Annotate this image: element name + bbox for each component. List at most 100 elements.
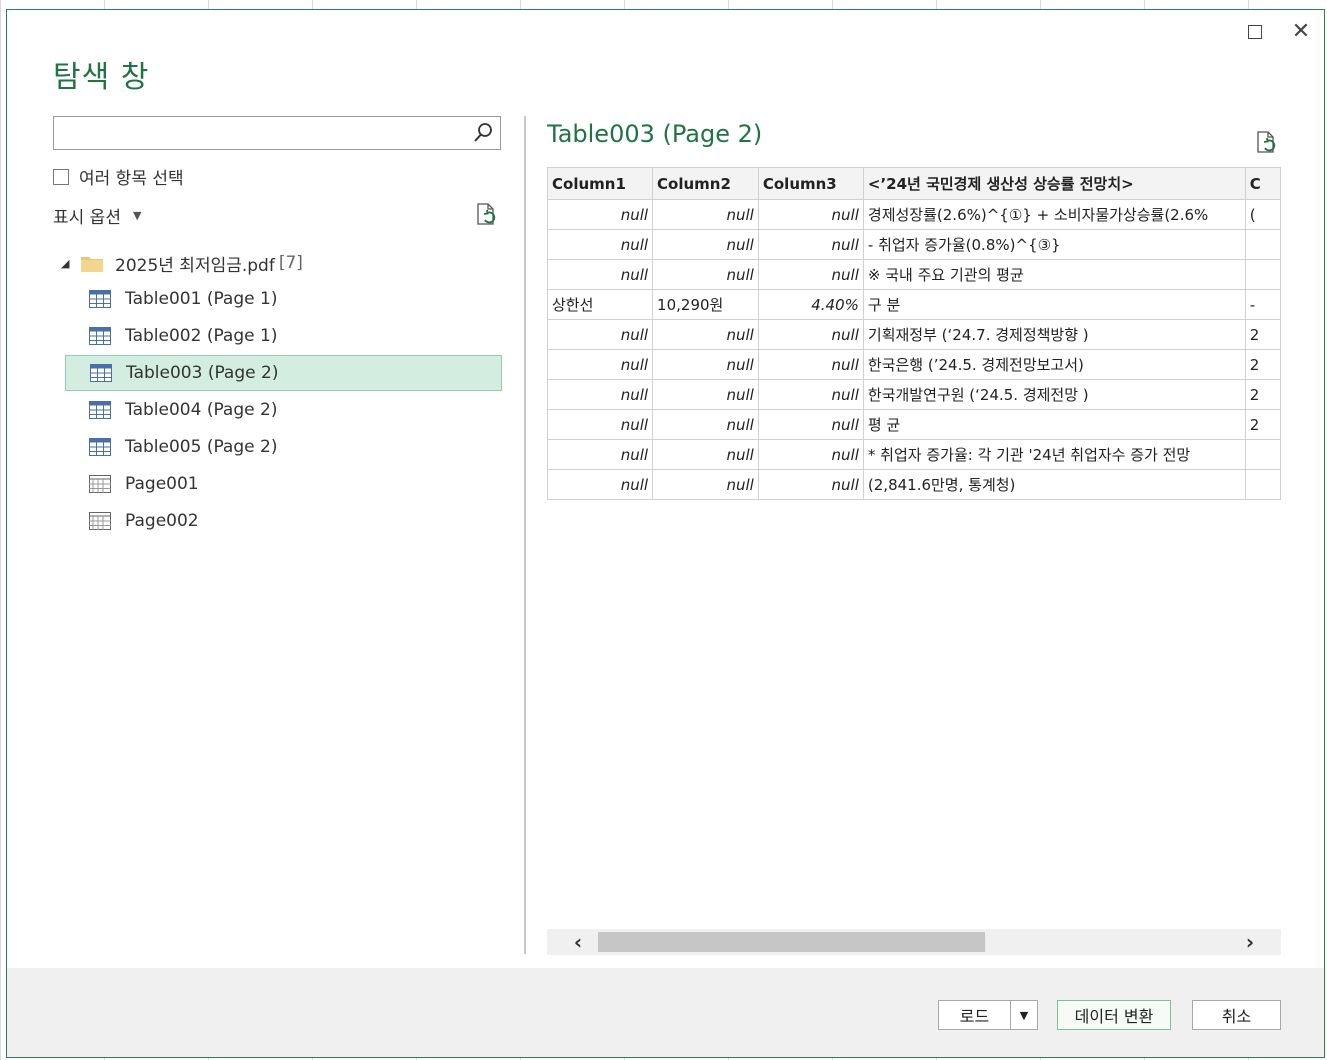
table-cell: null (547, 439, 654, 470)
tree-item-table004[interactable]: Table004 (Page 2) (65, 392, 502, 428)
scroll-right-icon[interactable]: › (1237, 929, 1263, 955)
tree-root-file[interactable]: ◢ 2025년 최저임금.pdf [7] (53, 246, 503, 280)
table-cell: ※ 국내 주요 기관의 평균 (862, 259, 1246, 290)
tree-item-label: Table003 (Page 2) (126, 363, 279, 383)
table-row: null null null 기획재정부 (‘24.7. 경제정책방향 ) 2 (547, 319, 1281, 350)
tree-item-label: Table004 (Page 2) (125, 400, 278, 420)
maximize-icon (1248, 25, 1262, 39)
load-dropdown-button[interactable]: ▼ (1010, 1000, 1038, 1030)
table-row: null null null 한국은행 (’24.5. 경제전망보고서) 2 (547, 349, 1281, 380)
table-cell: 10,290원 (652, 289, 759, 320)
table-header-row: Column1 Column2 Column3 <’24년 국민경제 생산성 상… (547, 167, 1281, 200)
search-input[interactable] (60, 117, 464, 149)
table-icon (90, 364, 112, 382)
table-cell: null (757, 469, 864, 500)
display-options-dropdown[interactable]: 표시 옵션 ▼ (53, 203, 141, 228)
table-cell: null (547, 409, 654, 440)
tree-root-label: 2025년 최저임금.pdf (115, 255, 275, 276)
tree-item-table002[interactable]: Table002 (Page 1) (65, 318, 502, 354)
preview-grid[interactable]: Column1 Column2 Column3 <’24년 국민경제 생산성 상… (547, 167, 1281, 522)
table-cell: null (547, 469, 654, 500)
column-header[interactable]: C (1244, 167, 1281, 200)
table-cell: - (1244, 289, 1281, 320)
multi-select-label: 여러 항목 선택 (79, 169, 184, 189)
table-cell: null (757, 259, 864, 290)
page-icon (89, 512, 111, 530)
table-cell: null (652, 199, 759, 230)
chevron-down-icon: ▼ (1019, 1008, 1029, 1022)
horizontal-scrollbar[interactable]: ‹ › (547, 929, 1281, 955)
column-header[interactable]: Column1 (547, 167, 654, 200)
maximize-button[interactable] (1245, 22, 1265, 42)
load-button[interactable]: 로드 (938, 1000, 1011, 1030)
refresh-icon[interactable] (475, 202, 499, 228)
table-cell: null (547, 259, 654, 290)
tree-item-page001[interactable]: Page001 (65, 466, 502, 502)
table-cell: 상한선 (547, 289, 654, 320)
table-row: null null null 평 균 2 (547, 409, 1281, 440)
tree-item-label: Table005 (Page 2) (125, 437, 278, 457)
table-cell (1244, 229, 1281, 260)
page-icon (89, 475, 111, 493)
search-icon[interactable] (472, 122, 494, 144)
folder-icon (81, 257, 103, 272)
table-row: null null null - 취업자 증가율(0.8%)^{③} (547, 229, 1281, 260)
table-cell: null (652, 379, 759, 410)
table-cell: null (652, 229, 759, 260)
table-cell: 경제성장률(2.6%)^{①} + 소비자물가상승률(2.6% (862, 199, 1246, 230)
close-button[interactable]: ✕ (1291, 19, 1311, 44)
table-cell: - 취업자 증가율(0.8%)^{③} (862, 229, 1246, 260)
multi-select-checkbox[interactable] (53, 168, 69, 185)
table-cell: * 취업자 증가율: 각 기관 '24년 취업자수 증가 전망 (862, 439, 1246, 470)
dialog-footer: 로드 ▼ 데이터 변환 취소 (7, 968, 1324, 1057)
table-cell: null (547, 379, 654, 410)
close-icon: ✕ (1291, 19, 1311, 44)
table-icon (89, 438, 111, 456)
table-icon (89, 290, 111, 308)
table-row: null null null (2,841.6만명, 통계청) (547, 469, 1281, 500)
transform-data-button[interactable]: 데이터 변환 (1057, 1000, 1171, 1030)
table-row: null null null 경제성장률(2.6%)^{①} + 소비자물가상승… (547, 199, 1281, 230)
tree-item-table003[interactable]: Table003 (Page 2) (65, 355, 502, 391)
table-cell: null (547, 229, 654, 260)
tree-item-label: Table001 (Page 1) (125, 289, 278, 309)
navigator-dialog: ✕ 탐색 창 여러 항목 선택 표시 옵션 ▼ ◢ 2025년 최저임금.pdf… (6, 9, 1325, 1058)
column-header[interactable]: Column3 (757, 167, 864, 200)
table-cell: 구 분 (862, 289, 1246, 320)
table-icon (89, 327, 111, 345)
column-header[interactable]: Column2 (652, 167, 759, 200)
cancel-button[interactable]: 취소 (1192, 1000, 1281, 1030)
preview-title: Table003 (Page 2) (547, 120, 763, 148)
table-cell: null (757, 319, 864, 350)
table-cell: null (547, 199, 654, 230)
table-cell: 2 (1244, 319, 1281, 350)
table-cell: null (757, 349, 864, 380)
table-cell: null (757, 229, 864, 260)
tree-item-table001[interactable]: Table001 (Page 1) (65, 281, 502, 317)
panel-splitter[interactable] (524, 116, 526, 954)
table-cell: null (652, 349, 759, 380)
table-row: null null null * 취업자 증가율: 각 기관 '24년 취업자수… (547, 439, 1281, 470)
table-row: null null null ※ 국내 주요 기관의 평균 (547, 259, 1281, 290)
search-box[interactable] (53, 116, 501, 150)
collapse-arrow-icon[interactable]: ◢ (61, 257, 71, 270)
table-cell: 기획재정부 (‘24.7. 경제정책방향 ) (862, 319, 1246, 350)
scroll-left-icon[interactable]: ‹ (565, 929, 591, 955)
table-cell (1244, 469, 1281, 500)
chevron-down-icon: ▼ (132, 209, 142, 222)
column-header[interactable]: <’24년 국민경제 생산성 상승률 전망치> (862, 167, 1246, 200)
display-options-label: 표시 옵션 (53, 208, 121, 228)
multi-select-option[interactable]: 여러 항목 선택 (53, 164, 184, 189)
table-row: null null null 한국개발연구원 (‘24.5. 경제전망 ) 2 (547, 379, 1281, 410)
tree-item-table005[interactable]: Table005 (Page 2) (65, 429, 502, 465)
table-cell: 한국개발연구원 (‘24.5. 경제전망 ) (862, 379, 1246, 410)
table-cell: 2 (1244, 349, 1281, 380)
scrollbar-thumb[interactable] (598, 932, 985, 952)
table-cell: 4.40% (757, 289, 864, 320)
tree-item-page002[interactable]: Page002 (65, 503, 502, 539)
table-cell: null (652, 259, 759, 290)
table-cell: null (757, 199, 864, 230)
refresh-icon[interactable] (1255, 130, 1279, 156)
table-cell (1244, 439, 1281, 470)
table-cell: 2 (1244, 409, 1281, 440)
